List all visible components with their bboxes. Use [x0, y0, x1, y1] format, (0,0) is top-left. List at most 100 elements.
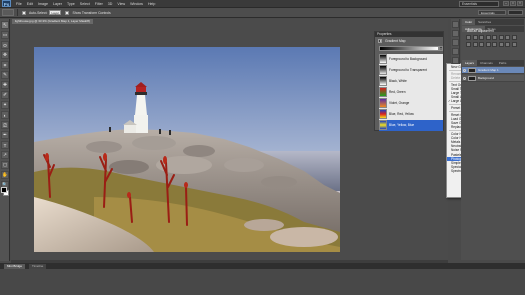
adjustment-icon[interactable]: [479, 41, 484, 47]
tool-15-icon[interactable]: ✋: [1, 171, 9, 179]
adjustment-icon[interactable]: [472, 35, 478, 40]
gradient-preset[interactable]: Foreground to Background: [379, 54, 443, 65]
gradient-preset-name: Foreground to Background: [389, 57, 427, 62]
tab-timeline[interactable]: Timeline: [29, 263, 47, 269]
adjustment-icon[interactable]: [492, 35, 497, 40]
gradient-picker-arrow[interactable]: ▾: [439, 46, 443, 51]
adjustment-icon[interactable]: [498, 35, 504, 40]
tool-11-icon[interactable]: ✒: [1, 131, 9, 139]
gradient-preset[interactable]: Violet, Orange: [379, 98, 443, 109]
menu-image[interactable]: Image: [38, 2, 48, 6]
properties-icon[interactable]: [452, 30, 459, 37]
tool-5-icon[interactable]: ✎: [1, 71, 9, 79]
tool-13-icon[interactable]: ↗: [1, 151, 9, 159]
show-transform-checkbox[interactable]: [65, 10, 70, 15]
tab-mini-bridge[interactable]: Mini Bridge: [4, 263, 26, 269]
empty-area: [0, 269, 525, 295]
menu-type[interactable]: Type: [67, 2, 75, 6]
gradient-preset[interactable]: Black, White: [379, 76, 443, 87]
properties-title-row: Gradient Map: [375, 37, 443, 44]
gradient-preset[interactable]: Foreground to Transparent: [379, 65, 443, 76]
workspace-switcher[interactable]: Essentials: [459, 1, 499, 7]
essentials-workspace[interactable]: Essentials: [478, 10, 506, 15]
tool-12-icon[interactable]: T: [1, 141, 9, 149]
character-icon[interactable]: [452, 48, 459, 55]
adjustment-icon[interactable]: [485, 35, 491, 40]
tool-9-icon[interactable]: ◐: [1, 111, 9, 119]
eye-icon[interactable]: [463, 69, 466, 72]
layer-row[interactable]: Background: [462, 75, 524, 82]
menu-layer[interactable]: Layer: [53, 2, 62, 6]
adjustment-icon[interactable]: [466, 35, 471, 40]
menu-view[interactable]: View: [117, 2, 125, 6]
adjustment-icon[interactable]: [479, 35, 484, 40]
right-panel-dock: [461, 19, 525, 260]
close-button[interactable]: ×: [517, 1, 523, 6]
document-tab[interactable]: lighthouse.jpg @ 33.3% (Gradient Map 1, …: [12, 19, 93, 24]
tab-color[interactable]: Color: [462, 19, 476, 25]
menu-select[interactable]: Select: [80, 2, 90, 6]
tool-10-icon[interactable]: ⎚: [1, 121, 9, 129]
lighthouse-photo[interactable]: [34, 47, 340, 252]
tool-4-icon[interactable]: ⌗: [1, 61, 9, 69]
tool-2-icon[interactable]: ʘ: [1, 41, 9, 49]
tool-3-icon[interactable]: ✥: [1, 51, 9, 59]
tool-14-icon[interactable]: ▢: [1, 161, 9, 169]
maximize-button[interactable]: □: [510, 1, 516, 6]
menu-file[interactable]: File: [16, 2, 22, 6]
tool-8-icon[interactable]: ✦: [1, 101, 9, 109]
history-icon[interactable]: [452, 21, 459, 28]
auto-select-dropdown[interactable]: Layer: [49, 10, 62, 15]
tool-0-icon[interactable]: ↖: [1, 21, 9, 29]
gradient-preset[interactable]: Red, Green: [379, 87, 443, 98]
adjustment-icon[interactable]: [466, 41, 471, 47]
tool-7-icon[interactable]: ✐: [1, 91, 9, 99]
gradient-preview[interactable]: [379, 46, 439, 51]
layers-tabs: Layers Channels Paths: [462, 60, 524, 66]
gradient-preset-name: Blue, Red, Yellow: [389, 112, 414, 117]
gradient-preset[interactable]: Blue, Red, Yellow: [379, 109, 443, 120]
adjustment-icon[interactable]: [505, 35, 510, 40]
photo-illustration: [34, 47, 340, 252]
info-icon[interactable]: [452, 39, 459, 46]
paragraph-icon[interactable]: [452, 57, 459, 64]
tab-channels[interactable]: Channels: [477, 60, 496, 66]
tab-swatches[interactable]: Swatches: [475, 19, 494, 25]
menu-items: File Edit Image Layer Type Select Filter 3D View…: [11, 2, 155, 6]
tool-1-icon[interactable]: ▭: [1, 31, 9, 39]
menu-bar: Ps File Edit Image Layer Type Select Filter 3D V…: [0, 0, 525, 8]
layer-row[interactable]: Gradient Map 1: [462, 67, 524, 74]
options-bar: Auto-Select: Layer Show Transform Contro…: [0, 8, 525, 18]
tool-6-icon[interactable]: ✚: [1, 81, 9, 89]
gradient-swatch: [379, 120, 387, 131]
layer-thumbnail: [468, 76, 476, 81]
adjustment-icon[interactable]: [505, 41, 510, 47]
gradient-map-title: Gradient Map: [385, 38, 406, 43]
gradient-preset[interactable]: Blue, Yellow, Blue: [379, 120, 443, 131]
menu-3d[interactable]: 3D: [108, 2, 113, 6]
auto-select-checkbox[interactable]: [22, 10, 26, 15]
tab-paths[interactable]: Paths: [496, 60, 510, 66]
menu-window[interactable]: Window: [130, 2, 143, 6]
tool-preset-picker[interactable]: [2, 9, 14, 16]
show-transform-label: Show Transform Controls: [72, 10, 111, 15]
menu-help[interactable]: Help: [148, 2, 155, 6]
minimize-button[interactable]: –: [503, 1, 509, 6]
gradient-swatch: [379, 54, 387, 65]
checkmark-icon: ✓: [448, 99, 451, 104]
adjustment-icon[interactable]: [485, 41, 491, 47]
search-input[interactable]: [508, 10, 523, 15]
adjustment-icon[interactable]: [498, 41, 504, 47]
adjustment-icon[interactable]: [492, 41, 497, 47]
adjustment-icon[interactable]: [472, 41, 478, 47]
tab-layers[interactable]: Layers: [462, 60, 478, 66]
eye-icon[interactable]: [463, 77, 466, 80]
gradient-swatch: [379, 65, 387, 76]
foreground-color-swatch[interactable]: [1, 187, 7, 193]
menu-edit[interactable]: Edit: [27, 2, 33, 6]
adjustment-icon[interactable]: [511, 35, 517, 40]
adjustment-icon[interactable]: [511, 41, 517, 47]
gradient-preset-name: Blue, Yellow, Blue: [389, 123, 415, 128]
adjustments-title: Add an adjustment: [467, 29, 494, 33]
menu-filter[interactable]: Filter: [95, 2, 103, 6]
